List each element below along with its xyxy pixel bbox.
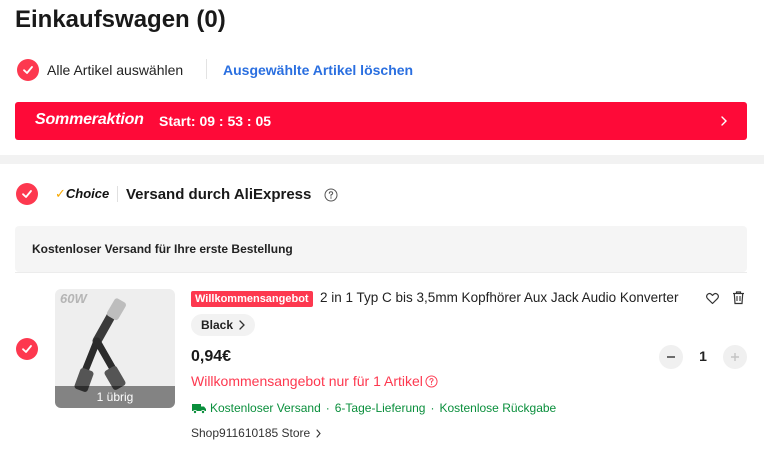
delivery-time-label: 6-Tage-Lieferung	[334, 401, 426, 415]
section-separator	[0, 155, 764, 164]
item-checkbox[interactable]	[16, 338, 38, 360]
info-question-icon[interactable]	[425, 374, 438, 388]
choice-logo: ✓Choice	[55, 186, 109, 202]
product-price: 0,94€	[191, 348, 232, 365]
truck-icon	[192, 404, 206, 414]
select-all-label[interactable]: Alle Artikel auswählen	[47, 62, 183, 78]
promo-banner[interactable]: Sommeraktion Start: 09 : 53 : 05	[15, 102, 747, 140]
chevron-right-icon	[316, 428, 321, 438]
divider	[15, 272, 747, 273]
free-shipping-label: Kostenloser Versand	[210, 401, 321, 415]
delivery-info: Kostenloser Versand · 6-Tage-Lieferung ·…	[191, 401, 556, 415]
trash-icon[interactable]	[731, 290, 746, 305]
separator-dot: ·	[430, 401, 435, 415]
quantity-increase-button[interactable]	[723, 345, 747, 369]
checkmark-icon	[22, 345, 32, 353]
store-group-header: ✓Choice Versand durch AliExpress	[15, 182, 755, 208]
chevron-right-icon	[239, 320, 245, 330]
divider	[117, 186, 118, 202]
product-title[interactable]: 2 in 1 Typ C bis 3,5mm Kopfhörer Aux Jac…	[320, 290, 698, 305]
shipping-by-label: Versand durch AliExpress	[126, 186, 312, 203]
variant-selector[interactable]: Black	[191, 314, 256, 336]
delete-selected-link[interactable]: Ausgewählte Artikel löschen	[223, 62, 413, 78]
checkmark-icon	[22, 190, 32, 198]
free-shipping-banner: Kostenloser Versand für Ihre erste Beste…	[15, 226, 747, 272]
quantity-value[interactable]: 1	[683, 348, 723, 364]
info-question-icon[interactable]	[324, 188, 338, 202]
promo-countdown: Start: 09 : 53 : 05	[159, 113, 272, 129]
chevron-right-icon[interactable]	[719, 114, 729, 128]
store-name: Shop911610185 Store	[191, 426, 311, 440]
promo-brand-logo: Sommeraktion	[35, 111, 144, 128]
stock-left-overlay: 1 übrig	[55, 386, 175, 408]
choice-label: Choice	[65, 186, 110, 201]
page-title: Einkaufswagen (0)	[15, 6, 226, 33]
product-image[interactable]: 60W 1 übrig	[55, 289, 175, 408]
heart-icon[interactable]	[705, 291, 720, 306]
variant-label: Black	[201, 318, 234, 332]
free-returns-label: Kostenlose Rückgabe	[439, 401, 557, 415]
select-all-row: Alle Artikel auswählen Ausgewählte Artik…	[15, 57, 755, 83]
quantity-decrease-button[interactable]	[659, 345, 683, 369]
choice-check-icon: ✓	[55, 186, 66, 201]
minus-icon	[667, 356, 675, 358]
select-all-checkbox[interactable]	[17, 59, 39, 81]
welcome-offer-badge: Willkommensangebot	[191, 291, 313, 307]
plus-icon	[731, 353, 739, 361]
checkmark-icon	[23, 66, 33, 74]
divider	[206, 59, 207, 79]
welcome-offer-note-text: Willkommensangebot nur für 1 Artikel	[191, 373, 423, 389]
store-group-checkbox[interactable]	[16, 183, 38, 205]
store-link[interactable]: Shop911610185 Store	[191, 426, 321, 440]
welcome-offer-note: Willkommensangebot nur für 1 Artikel	[191, 373, 438, 389]
separator-dot: ·	[325, 401, 330, 415]
free-shipping-note: Kostenloser Versand für Ihre erste Beste…	[32, 242, 293, 256]
